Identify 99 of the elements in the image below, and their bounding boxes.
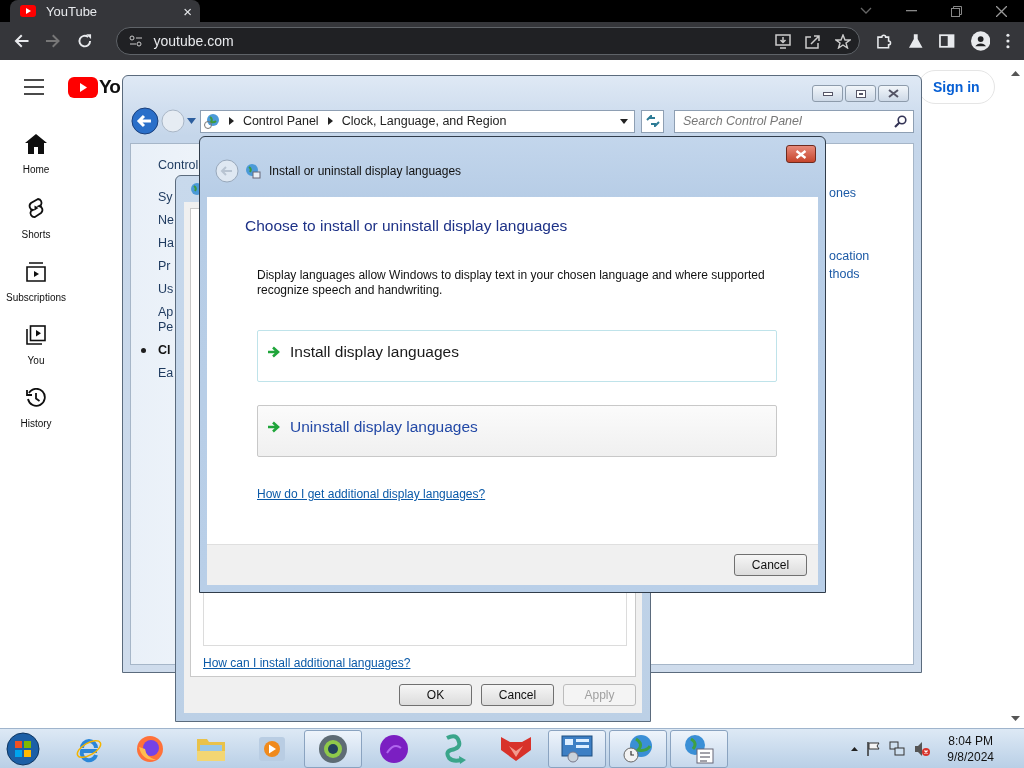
nav-link[interactable]: Ea <box>158 366 174 381</box>
arrow-right-icon <box>267 421 280 433</box>
fox-head-icon <box>500 735 532 762</box>
profile-icon[interactable] <box>970 31 991 51</box>
globe-list-icon <box>683 733 715 764</box>
logo-text[interactable]: Yo <box>99 76 120 98</box>
refresh-button[interactable] <box>641 109 664 133</box>
scroll-down-icon[interactable] <box>1011 716 1020 721</box>
sidebar-item[interactable]: You <box>0 325 72 366</box>
orb-icon <box>379 733 409 764</box>
flag-icon[interactable] <box>867 741 881 756</box>
task-link[interactable]: ocation <box>829 247 870 265</box>
arrow-right-icon <box>267 346 280 358</box>
nav-link[interactable]: Ap Pe <box>158 305 174 335</box>
nav-link[interactable]: Ha <box>158 236 174 251</box>
sidebar-item[interactable]: History <box>0 388 72 429</box>
subscriptions-icon <box>26 262 46 282</box>
share-icon[interactable] <box>805 33 822 49</box>
back-button-icon[interactable] <box>131 107 159 135</box>
minimize-icon <box>822 91 833 96</box>
restore-icon[interactable] <box>951 5 962 17</box>
breadcrumb-item[interactable]: Clock, Language, and Region <box>341 114 507 128</box>
show-hidden-icons-icon[interactable] <box>851 746 859 751</box>
muted-speaker-icon[interactable] <box>914 740 931 757</box>
maximize-button[interactable] <box>845 85 876 102</box>
help-link[interactable]: How do I get additional display languages? <box>257 487 486 501</box>
forward-icon[interactable] <box>45 33 61 49</box>
shorts-icon <box>27 197 45 219</box>
flask-icon[interactable] <box>907 33 924 49</box>
globe-icon <box>203 113 220 129</box>
description-text: Display languages allow Windows to display text in your chosen language and where supported recognize speech and handwriting. <box>257 268 766 298</box>
back-icon[interactable] <box>14 33 30 49</box>
page-heading: Choose to install or uninstall display languages <box>245 217 568 235</box>
command-link[interactable]: Uninstall display languages <box>257 405 777 457</box>
sidebar-item[interactable]: Subscriptions <box>0 262 72 303</box>
minimize-icon[interactable] <box>906 10 917 12</box>
search-field[interactable]: Search Control Panel <box>674 109 914 133</box>
nav-link[interactable]: Pr <box>158 259 171 274</box>
globe-clock-icon <box>622 733 654 764</box>
side-panel-icon[interactable] <box>939 34 955 48</box>
fox-globe-icon <box>136 734 164 763</box>
globe-icon <box>318 733 348 764</box>
command-link[interactable]: Install display languages <box>257 330 777 382</box>
chevron-down-icon[interactable] <box>860 7 872 15</box>
media-player-icon <box>258 735 286 762</box>
address-bar[interactable]: Control Panel Clock, Language, and Region <box>199 109 636 133</box>
url-text: youtube.com <box>153 33 234 49</box>
nav-link[interactable]: Ne <box>158 213 174 228</box>
dialog-button[interactable]: Cancel <box>481 684 554 706</box>
close-button[interactable] <box>786 145 816 163</box>
taskbar-button[interactable] <box>548 729 606 768</box>
tab-title: YouTube <box>46 3 99 19</box>
task-link[interactable]: ones <box>829 184 857 202</box>
dropdown-arrow-icon[interactable] <box>620 118 629 124</box>
network-icon[interactable] <box>889 740 906 757</box>
nav-link[interactable]: Sy <box>158 190 173 205</box>
sidebar-item[interactable]: Shorts <box>0 197 72 240</box>
puzzle-icon[interactable] <box>876 33 892 49</box>
clock[interactable]: 8:04 PM 9/8/2024 <box>947 732 994 765</box>
task-link[interactable]: thods <box>829 265 860 283</box>
search-icon <box>894 114 907 128</box>
dialog-button[interactable]: OK <box>399 684 472 706</box>
install-icon[interactable] <box>775 33 792 49</box>
dialog-title: Install or uninstall display languages <box>269 164 462 178</box>
close-icon[interactable] <box>996 5 1007 17</box>
close-icon <box>795 149 807 159</box>
scroll-up-icon[interactable] <box>1011 71 1020 76</box>
play-logo-icon <box>20 5 36 17</box>
taskbar-button[interactable] <box>304 729 362 768</box>
menu-dots-icon[interactable] <box>1006 33 1010 49</box>
history-icon <box>26 388 46 408</box>
nav-link[interactable]: Us <box>158 282 174 297</box>
cancel-button[interactable]: Cancel <box>734 554 807 576</box>
minimize-button[interactable] <box>812 85 843 102</box>
nav-link[interactable]: Cl <box>158 343 171 358</box>
address-bar[interactable]: youtube.com <box>116 27 861 55</box>
tune-icon <box>129 35 144 47</box>
control-panel-icon <box>561 734 593 763</box>
play-logo-icon[interactable] <box>68 76 98 98</box>
sidebar-item[interactable]: Home <box>0 134 72 175</box>
close-button[interactable] <box>878 85 909 102</box>
reload-icon[interactable] <box>76 33 93 49</box>
home-icon <box>25 134 47 154</box>
menu-icon[interactable] <box>24 79 44 95</box>
refresh-icon <box>645 115 660 127</box>
breadcrumb-arrow-icon[interactable] <box>228 117 234 125</box>
breadcrumb-arrow-icon[interactable] <box>327 117 333 125</box>
close-icon <box>888 89 899 98</box>
start-orb-icon <box>6 731 40 766</box>
globe-icon <box>245 163 261 179</box>
help-link[interactable]: How can I install additional languages? <box>203 656 627 670</box>
video-library-icon <box>26 325 46 345</box>
maximize-icon <box>855 89 866 98</box>
breadcrumb-item[interactable]: Control Panel <box>242 114 319 128</box>
close-tab-button[interactable]: × <box>183 3 192 19</box>
bullet-icon <box>141 348 146 353</box>
taskbar-button[interactable] <box>3 729 43 768</box>
star-icon[interactable] <box>835 33 852 49</box>
browser-tab[interactable]: YouTube × <box>10 0 200 22</box>
